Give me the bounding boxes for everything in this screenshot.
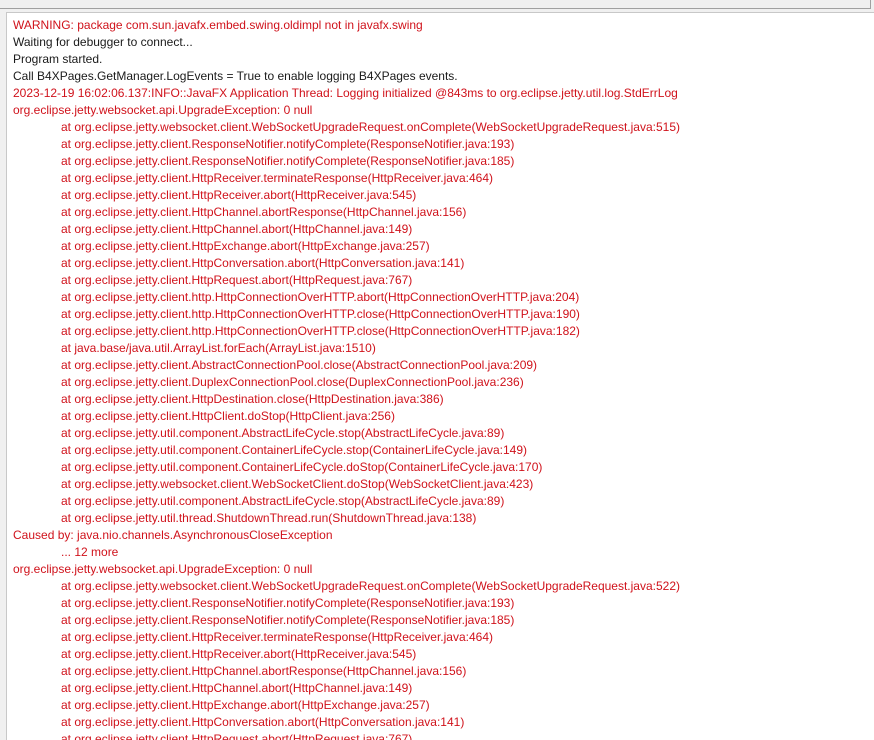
stack-trace-line[interactable]: at org.eclipse.jetty.client.HttpChannel.… [13,204,874,221]
stack-trace-line[interactable]: at org.eclipse.jetty.client.HttpReceiver… [13,170,874,187]
log-line[interactable]: WARNING: package com.sun.javafx.embed.sw… [13,17,874,34]
stack-trace-line[interactable]: at org.eclipse.jetty.client.HttpReceiver… [13,187,874,204]
stack-trace-line[interactable]: at org.eclipse.jetty.util.thread.Shutdow… [13,510,874,527]
stack-trace-line[interactable]: at org.eclipse.jetty.client.HttpExchange… [13,697,874,714]
log-line[interactable]: 2023-12-19 16:02:06.137:INFO::JavaFX App… [13,85,874,102]
stack-trace-line[interactable]: at org.eclipse.jetty.client.http.HttpCon… [13,323,874,340]
stack-trace-line[interactable]: at org.eclipse.jetty.client.HttpConversa… [13,714,874,731]
stack-trace-line[interactable]: at org.eclipse.jetty.client.HttpClient.d… [13,408,874,425]
stack-trace-line[interactable]: at org.eclipse.jetty.client.ResponseNoti… [13,612,874,629]
stack-trace-line[interactable]: ... 12 more [13,544,874,561]
stack-trace-line[interactable]: at org.eclipse.jetty.client.DuplexConnec… [13,374,874,391]
stack-trace-line[interactable]: at org.eclipse.jetty.client.HttpRequest.… [13,272,874,289]
stack-trace-line[interactable]: at org.eclipse.jetty.client.http.HttpCon… [13,289,874,306]
logs-window: WARNING: package com.sun.javafx.embed.sw… [0,0,874,740]
stack-trace-line[interactable]: at org.eclipse.jetty.client.HttpChannel.… [13,663,874,680]
toolbar-frame [0,0,871,9]
stack-trace-line[interactable]: at org.eclipse.jetty.client.HttpReceiver… [13,646,874,663]
stack-trace-line[interactable]: at org.eclipse.jetty.client.ResponseNoti… [13,153,874,170]
stack-trace-line[interactable]: at org.eclipse.jetty.websocket.client.We… [13,476,874,493]
stack-trace-line[interactable]: at org.eclipse.jetty.client.HttpChannel.… [13,221,874,238]
log-panel[interactable]: WARNING: package com.sun.javafx.embed.sw… [6,12,874,740]
stack-trace-line[interactable]: at org.eclipse.jetty.client.HttpConversa… [13,255,874,272]
log-line[interactable]: Call B4XPages.GetManager.LogEvents = Tru… [13,68,874,85]
stack-trace-line[interactable]: at org.eclipse.jetty.util.component.Abst… [13,425,874,442]
stack-trace-line[interactable]: at org.eclipse.jetty.client.HttpRequest.… [13,731,874,740]
stack-trace-line[interactable]: at org.eclipse.jetty.client.http.HttpCon… [13,306,874,323]
log-lines: WARNING: package com.sun.javafx.embed.sw… [13,17,874,740]
stack-trace-line[interactable]: at org.eclipse.jetty.client.HttpReceiver… [13,629,874,646]
log-line[interactable]: Caused by: java.nio.channels.Asynchronou… [13,527,874,544]
stack-trace-line[interactable]: at org.eclipse.jetty.util.component.Cont… [13,442,874,459]
log-line[interactable]: Waiting for debugger to connect... [13,34,874,51]
stack-trace-line[interactable]: at org.eclipse.jetty.client.HttpChannel.… [13,680,874,697]
stack-trace-line[interactable]: at org.eclipse.jetty.util.component.Abst… [13,493,874,510]
stack-trace-line[interactable]: at java.base/java.util.ArrayList.forEach… [13,340,874,357]
top-toolbar-strip [0,0,874,10]
stack-trace-line[interactable]: at org.eclipse.jetty.client.HttpExchange… [13,238,874,255]
log-line[interactable]: org.eclipse.jetty.websocket.api.UpgradeE… [13,102,874,119]
stack-trace-line[interactable]: at org.eclipse.jetty.client.ResponseNoti… [13,595,874,612]
stack-trace-line[interactable]: at org.eclipse.jetty.client.AbstractConn… [13,357,874,374]
log-line[interactable]: org.eclipse.jetty.websocket.api.UpgradeE… [13,561,874,578]
stack-trace-line[interactable]: at org.eclipse.jetty.websocket.client.We… [13,119,874,136]
stack-trace-line[interactable]: at org.eclipse.jetty.client.HttpDestinat… [13,391,874,408]
stack-trace-line[interactable]: at org.eclipse.jetty.util.component.Cont… [13,459,874,476]
stack-trace-line[interactable]: at org.eclipse.jetty.websocket.client.We… [13,578,874,595]
log-line[interactable]: Program started. [13,51,874,68]
stack-trace-line[interactable]: at org.eclipse.jetty.client.ResponseNoti… [13,136,874,153]
